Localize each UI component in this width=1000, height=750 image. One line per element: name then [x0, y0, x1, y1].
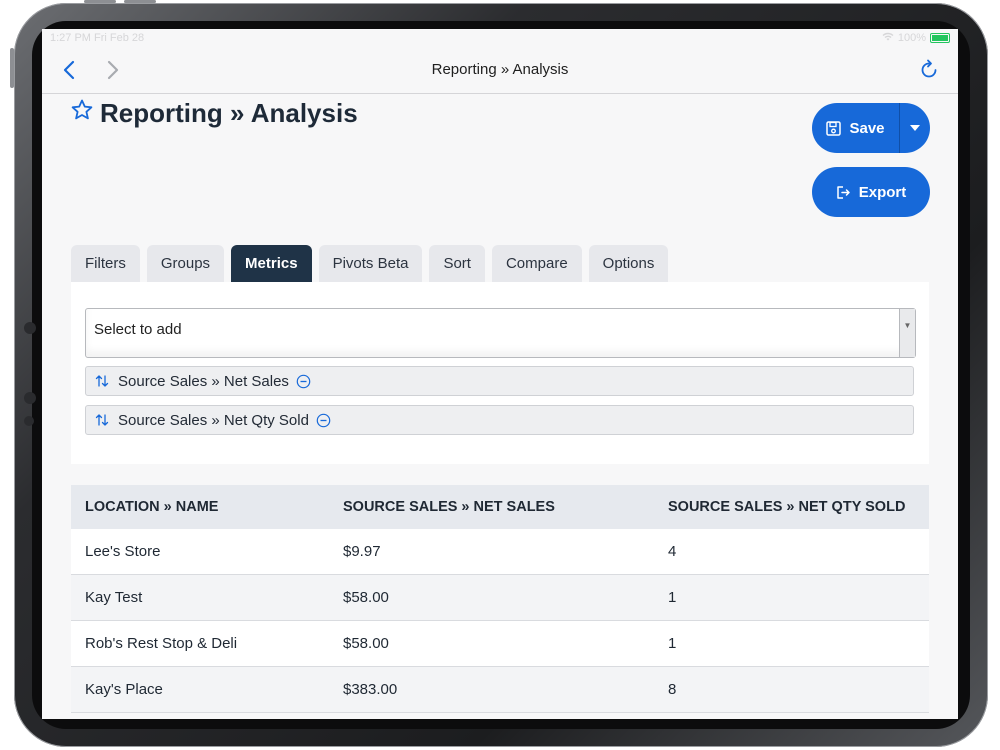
table-row: Rob's Rest Stop & Deli $58.00 1 [71, 620, 929, 667]
floppy-disk-icon [826, 120, 842, 136]
results-table: LOCATION » NAME SOURCE SALES » NET SALES… [71, 485, 929, 713]
camera-sensor [24, 392, 36, 404]
power-button [10, 48, 14, 88]
status-bar: 1:27 PM Fri Feb 28 100% [42, 29, 958, 47]
tab-sort[interactable]: Sort [429, 245, 485, 282]
table-header-row: LOCATION » NAME SOURCE SALES » NET SALES… [71, 485, 929, 529]
table-cell: Rob's Rest Stop & Deli [71, 620, 329, 667]
volume-button [84, 0, 116, 3]
column-header-net-qty[interactable]: SOURCE SALES » NET QTY SOLD [654, 485, 929, 529]
metric-label: Source Sales » Net Sales [118, 372, 289, 390]
battery-icon [930, 33, 950, 43]
table-cell: $9.97 [329, 529, 654, 575]
table-row: Kay Test $58.00 1 [71, 574, 929, 621]
table-cell: 4 [654, 529, 929, 575]
save-button-group: Save [812, 103, 930, 153]
metric-select-placeholder: Select to add [94, 321, 182, 338]
metric-item: Source Sales » Net Sales [85, 366, 914, 396]
star-icon[interactable] [70, 98, 94, 129]
status-time: 1:27 PM Fri Feb 28 [50, 32, 145, 44]
table-cell: $383.00 [329, 666, 654, 713]
status-indicators: 100% [882, 32, 950, 44]
export-label: Export [858, 183, 907, 201]
tab-pivots[interactable]: Pivots Beta [318, 245, 423, 282]
table-cell: 1 [654, 574, 929, 621]
reload-button[interactable] [914, 55, 944, 85]
screen: 1:27 PM Fri Feb 28 100% Reporting » Anal… [42, 29, 958, 719]
tab-bar: Filters Groups Metrics Pivots Beta Sort … [71, 245, 669, 282]
tab-compare[interactable]: Compare [491, 245, 582, 282]
save-label: Save [849, 119, 885, 137]
metric-item: Source Sales » Net Qty Sold [85, 405, 914, 435]
table-cell: 8 [654, 666, 929, 713]
dropdown-arrow-icon[interactable]: ▼ [899, 309, 915, 357]
table-cell: $58.00 [329, 620, 654, 667]
save-options-button[interactable] [900, 103, 930, 153]
nav-title: Reporting » Analysis [431, 61, 569, 78]
caret-down-icon [910, 125, 920, 131]
table-cell: Kay's Place [71, 666, 329, 713]
save-button[interactable]: Save [812, 103, 899, 153]
camera-sensor [24, 322, 36, 334]
camera-sensor [24, 416, 34, 426]
tab-options[interactable]: Options [588, 245, 669, 282]
table-cell: 1 [654, 620, 929, 667]
volume-button [124, 0, 156, 3]
export-button[interactable]: Export [812, 167, 930, 217]
sort-arrows-icon[interactable] [86, 375, 118, 387]
reload-icon [921, 59, 937, 78]
page-content: Reporting » Analysis Save Export Filters… [42, 94, 958, 719]
sort-arrows-icon[interactable] [86, 414, 118, 426]
export-icon [836, 185, 850, 199]
page-title: Reporting » Analysis [70, 98, 358, 129]
browser-nav-bar: Reporting » Analysis [42, 47, 958, 94]
column-header-net-sales[interactable]: SOURCE SALES » NET SALES [329, 485, 654, 529]
tab-filters[interactable]: Filters [71, 245, 140, 282]
table-cell: Lee's Store [71, 529, 329, 575]
table-row: Kay's Place $383.00 8 [71, 666, 929, 713]
tab-groups[interactable]: Groups [146, 245, 225, 282]
tab-metrics[interactable]: Metrics [231, 245, 312, 282]
table-row: Lee's Store $9.97 4 [71, 529, 929, 575]
remove-metric-icon[interactable] [296, 374, 311, 389]
wifi-icon [882, 32, 894, 44]
metric-label: Source Sales » Net Qty Sold [118, 411, 309, 429]
table-cell: Kay Test [71, 574, 329, 621]
remove-metric-icon[interactable] [316, 413, 331, 428]
column-header-location[interactable]: LOCATION » NAME [71, 485, 329, 529]
battery-label: 100% [897, 32, 926, 44]
metrics-panel: Select to add ▼ Source Sales » Net Sales… [71, 282, 929, 464]
table-cell: $58.00 [329, 574, 654, 621]
page-title-text: Reporting » Analysis [100, 98, 358, 128]
metric-select[interactable]: Select to add ▼ [85, 308, 916, 358]
